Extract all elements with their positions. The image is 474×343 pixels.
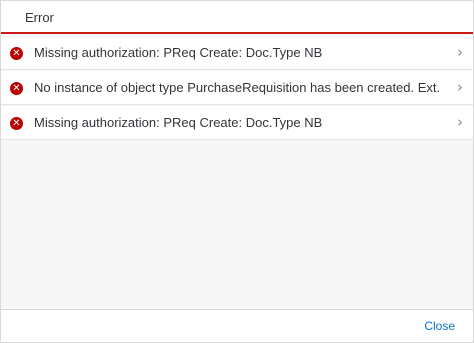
- message-item[interactable]: ✕ No instance of object type PurchaseReq…: [1, 71, 473, 105]
- message-list-area: ✕ Missing authorization: PReq Create: Do…: [1, 34, 473, 309]
- error-dialog: Error ✕ Missing authorization: PReq Crea…: [0, 0, 474, 343]
- error-icon: ✕: [10, 117, 23, 130]
- message-item[interactable]: ✕ Missing authorization: PReq Create: Do…: [1, 36, 473, 70]
- message-text: Missing authorization: PReq Create: Doc.…: [34, 45, 323, 60]
- message-item[interactable]: ✕ Missing authorization: PReq Create: Do…: [1, 106, 473, 140]
- chevron-right-icon: ›: [457, 113, 463, 131]
- error-icon: ✕: [10, 82, 23, 95]
- chevron-right-icon: ›: [457, 43, 463, 61]
- message-list: ✕ Missing authorization: PReq Create: Do…: [1, 36, 473, 140]
- message-text: No instance of object type PurchaseRequi…: [34, 80, 439, 95]
- close-button[interactable]: Close: [424, 319, 455, 333]
- dialog-footer: Close: [1, 309, 473, 342]
- error-icon: ✕: [10, 47, 23, 60]
- message-text: Missing authorization: PReq Create: Doc.…: [34, 115, 323, 130]
- dialog-title: Error: [25, 10, 54, 25]
- dialog-header: Error: [1, 1, 473, 34]
- chevron-right-icon: ›: [457, 78, 463, 96]
